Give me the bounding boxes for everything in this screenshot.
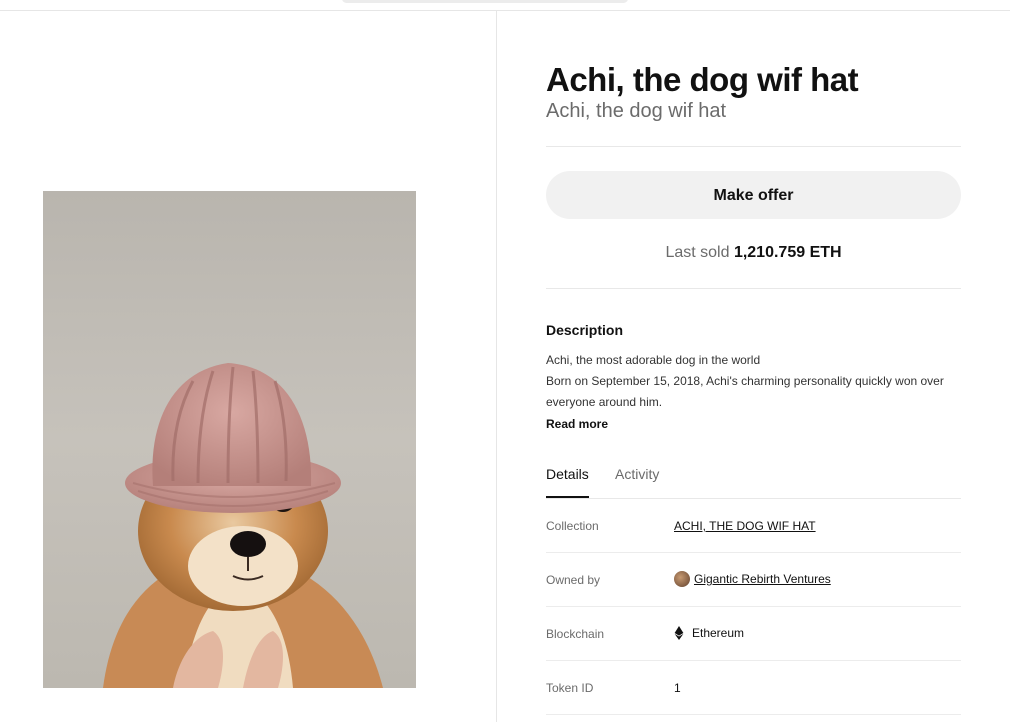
make-offer-button[interactable]: Make offer — [546, 171, 961, 219]
last-sold-label: Last sold — [665, 244, 730, 261]
detail-row-blockchain: Blockchain Ethereum — [546, 607, 961, 661]
detail-label: Blockchain — [546, 627, 605, 641]
detail-value: Ethereum — [674, 626, 744, 640]
read-more-link[interactable]: Read more — [546, 417, 608, 431]
owner-link[interactable]: Gigantic Rebirth Ventures — [694, 572, 831, 586]
ethereum-icon — [674, 626, 684, 640]
search-bar[interactable] — [342, 0, 628, 3]
detail-value: ACHI, THE DOG WIF HAT — [674, 519, 816, 533]
divider — [546, 288, 961, 289]
detail-value: Gigantic Rebirth Ventures — [674, 571, 831, 587]
blockchain-name: Ethereum — [692, 626, 745, 640]
detail-row-collection: Collection ACHI, THE DOG WIF HAT — [546, 499, 961, 553]
collection-link[interactable]: ACHI, THE DOG WIF HAT — [674, 519, 816, 533]
tab-activity[interactable]: Activity — [615, 466, 659, 498]
owner-avatar[interactable] — [674, 571, 690, 587]
last-sold-price: 1,210.759 ETH — [733, 244, 842, 261]
nft-image[interactable] — [43, 191, 416, 688]
description-text: Achi, the most adorable dog in the world… — [546, 350, 961, 413]
dog-photo — [43, 191, 416, 688]
detail-label: Owned by — [546, 573, 601, 587]
description-line: Born on September 15, 2018, Achi's charm… — [546, 374, 944, 409]
detail-row-owner: Owned by Gigantic Rebirth Ventures — [546, 553, 961, 607]
tab-bar: Details Activity — [546, 466, 961, 499]
description-heading: Description — [546, 322, 624, 338]
detail-row-token-id: Token ID 1 — [546, 661, 961, 715]
detail-label: Token ID — [546, 681, 594, 695]
divider — [546, 146, 961, 147]
media-pane — [0, 11, 497, 722]
detail-value: 1 — [674, 681, 681, 695]
tab-details[interactable]: Details — [546, 466, 589, 498]
description-line: Achi, the most adorable dog in the world — [546, 353, 761, 367]
last-sold: Last sold 1,210.759 ETH — [546, 244, 961, 262]
detail-label: Collection — [546, 519, 599, 533]
item-subtitle: Achi, the dog wif hat — [546, 100, 727, 122]
top-nav-bar — [0, 0, 1010, 11]
item-title: Achi, the dog wif hat — [546, 61, 859, 98]
